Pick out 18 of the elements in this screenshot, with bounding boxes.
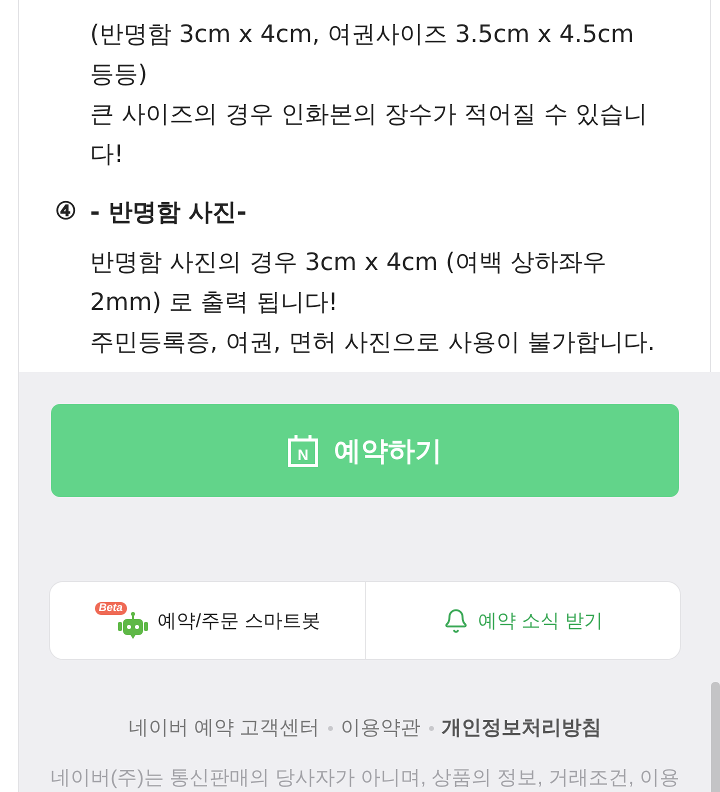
smartbot-button[interactable]: Beta 예약/주문 스마트봇 [50,582,365,659]
separator-dot-icon [428,726,434,730]
bell-icon [443,608,470,634]
beta-badge: Beta [94,602,127,615]
robot-icon [116,612,149,639]
footer-link[interactable]: 개인정보처리방침 [442,714,602,742]
section-title: - 반명함 사진- [90,197,248,228]
notice-text: 주민등록증, 여권, 면허 사진으로 사용이 불가합니다. [90,327,656,358]
notification-button[interactable]: 예약 소식 받기 [365,582,680,659]
section-number: ④ [55,197,78,227]
scrollbar-thumb[interactable] [711,682,720,792]
notice-text: 큰 사이즈의 경우 인화본의 장수가 적어질 수 있습니다! [90,99,648,170]
footer-link[interactable]: 네이버 예약 고객센터 [128,714,320,742]
footer-link[interactable]: 이용약관 [340,714,421,742]
disclaimer-text: 네이버(주)는 통신판매의 당사자가 아니며, 상품의 정보, 거래조건, 이용 [50,766,680,791]
separator-dot-icon [328,726,333,730]
notice-text: 반명함 사진의 경우 3cm x 4cm (여백 상하좌우 2mm) 로 출력 됩니다! [90,247,608,318]
notice-text: (반명함 3cm x 4cm, 여권사이즈 3.5cm x 4.5cm 등등) [90,19,635,90]
